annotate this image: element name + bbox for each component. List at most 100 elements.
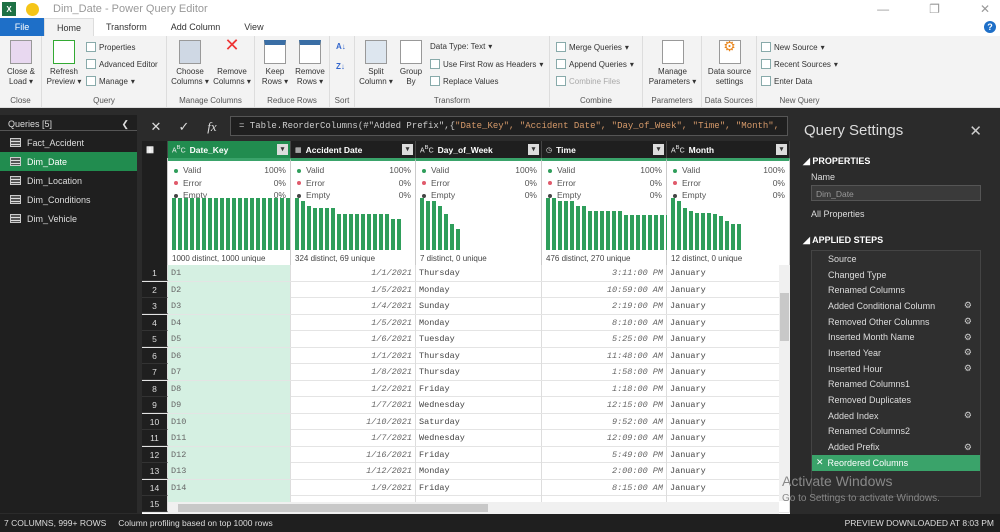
histogram-bar[interactable] — [349, 213, 353, 250]
table-cell[interactable]: 2:00:00 PM — [542, 463, 667, 479]
table-cell[interactable]: Friday — [416, 446, 542, 463]
table-cell[interactable]: 11:48:00 AM — [542, 347, 667, 364]
histogram-bar[interactable] — [719, 216, 723, 250]
table-cell[interactable]: Wednesday — [416, 397, 542, 413]
merge-queries-button[interactable]: Merge Queries ▾ — [556, 42, 629, 52]
row-number[interactable]: 2 — [142, 281, 168, 298]
remove-rows-button[interactable]: Remove Rows ▾ — [292, 40, 328, 87]
histogram-bar[interactable] — [337, 213, 341, 250]
applied-steps-heading[interactable]: ◢ APPLIED STEPS — [803, 235, 883, 246]
histogram-bar[interactable] — [373, 213, 377, 250]
cancel-formula-icon[interactable]: ✕ — [142, 119, 170, 135]
value-distribution-histogram[interactable] — [546, 198, 670, 250]
histogram-bar[interactable] — [725, 221, 729, 250]
histogram-bar[interactable] — [184, 198, 188, 250]
histogram-bar[interactable] — [367, 213, 371, 250]
table-cell[interactable]: 8:15:00 AM — [542, 479, 667, 496]
histogram-bar[interactable] — [683, 208, 687, 250]
minimize-button[interactable]: — — [877, 2, 889, 16]
tab-file[interactable]: File — [0, 18, 44, 36]
advanced-editor-button[interactable]: Advanced Editor — [86, 59, 158, 69]
applied-step[interactable]: Inserted Year ⚙ — [812, 345, 980, 361]
histogram-bar[interactable] — [331, 208, 335, 250]
histogram-bar[interactable] — [426, 200, 430, 250]
table-cell[interactable]: 12:09:00 AM — [542, 430, 667, 446]
query-item[interactable]: Fact_Accident — [0, 133, 137, 152]
table-cell[interactable]: D3 — [168, 298, 291, 314]
help-icon[interactable]: ? — [984, 21, 996, 33]
histogram-bar[interactable] — [391, 218, 395, 250]
table-cell[interactable]: D5 — [168, 331, 291, 347]
table-cell[interactable]: January — [667, 347, 790, 364]
table-cell[interactable]: Wednesday — [416, 430, 542, 446]
histogram-bar[interactable] — [379, 213, 383, 250]
recent-sources-button[interactable]: Recent Sources ▾ — [761, 59, 838, 69]
histogram-bar[interactable] — [713, 213, 717, 250]
value-distribution-histogram[interactable] — [671, 198, 741, 250]
table-cell[interactable]: 1:18:00 PM — [542, 380, 667, 397]
data-source-settings-button[interactable]: ⚙ Data source settings — [704, 39, 755, 87]
histogram-bar[interactable] — [286, 198, 290, 250]
table-cell[interactable]: January — [667, 265, 790, 281]
table-cell[interactable]: 1/4/2021 — [291, 298, 416, 314]
histogram-bar[interactable] — [295, 198, 299, 250]
histogram-bar[interactable] — [564, 200, 568, 250]
table-cell[interactable]: D13 — [168, 463, 291, 479]
table-cell[interactable]: Friday — [416, 479, 542, 496]
histogram-bar[interactable] — [250, 198, 254, 250]
histogram-bar[interactable] — [262, 198, 266, 250]
query-name-input[interactable]: Dim_Date — [811, 185, 981, 201]
profiling-scope[interactable]: Column profiling based on top 1000 rows — [118, 518, 273, 528]
histogram-bar[interactable] — [612, 211, 616, 250]
horizontal-scrollbar[interactable] — [168, 502, 779, 514]
group-by-button[interactable]: Group By — [395, 40, 427, 87]
value-distribution-histogram[interactable] — [420, 198, 460, 250]
histogram-bar[interactable] — [689, 211, 693, 250]
histogram-bar[interactable] — [438, 205, 442, 250]
histogram-bar[interactable] — [606, 211, 610, 250]
histogram-bar[interactable] — [256, 198, 260, 250]
gear-icon[interactable]: ⚙ — [964, 300, 972, 311]
table-cell[interactable]: January — [667, 281, 790, 298]
histogram-bar[interactable] — [280, 198, 284, 250]
histogram-bar[interactable] — [701, 212, 705, 250]
table-cell[interactable]: January — [667, 397, 790, 413]
row-number[interactable]: 11 — [142, 430, 168, 446]
table-cell[interactable]: D6 — [168, 347, 291, 364]
table-cell[interactable]: Tuesday — [416, 331, 542, 347]
table-menu-icon[interactable]: ▦ — [142, 141, 168, 158]
column-header[interactable]: ABC Month ▾ — [667, 141, 790, 158]
split-column-button[interactable]: Split Column ▾ — [358, 40, 394, 87]
append-queries-button[interactable]: Append Queries ▾ — [556, 59, 634, 69]
table-cell[interactable]: 3:11:00 PM — [542, 265, 667, 281]
histogram-bar[interactable] — [268, 198, 272, 250]
histogram-bar[interactable] — [624, 215, 628, 250]
table-cell[interactable]: Thursday — [416, 364, 542, 380]
column-header[interactable]: ▦ Accident Date ▾ — [291, 141, 416, 158]
filter-dropdown-icon[interactable]: ▾ — [776, 144, 787, 155]
row-number[interactable]: 6 — [142, 347, 168, 364]
row-number[interactable]: 1 — [142, 265, 168, 281]
histogram-bar[interactable] — [190, 198, 194, 250]
tab-add-column[interactable]: Add Column — [159, 18, 233, 36]
gear-icon[interactable]: ⚙ — [964, 316, 972, 327]
enter-data-button[interactable]: Enter Data — [761, 76, 812, 86]
table-cell[interactable]: January — [667, 314, 790, 331]
table-cell[interactable]: 1/5/2021 — [291, 281, 416, 298]
table-cell[interactable]: 9:52:00 AM — [542, 413, 667, 430]
column-header[interactable]: ABC Date_Key ▾ — [168, 141, 291, 158]
histogram-bar[interactable] — [570, 200, 574, 250]
histogram-bar[interactable] — [546, 198, 550, 250]
histogram-bar[interactable] — [343, 213, 347, 250]
table-cell[interactable]: January — [667, 479, 790, 496]
histogram-bar[interactable] — [232, 198, 236, 250]
type-abc-icon[interactable]: ABC — [420, 145, 434, 154]
table-cell[interactable]: D1 — [168, 265, 291, 281]
histogram-bar[interactable] — [301, 200, 305, 250]
collapse-pane-icon[interactable]: ❮ — [121, 119, 129, 129]
histogram-bar[interactable] — [220, 198, 224, 250]
table-cell[interactable]: January — [667, 463, 790, 479]
properties-heading[interactable]: ◢ PROPERTIES — [803, 156, 870, 167]
table-cell[interactable]: 1/2/2021 — [291, 380, 416, 397]
table-cell[interactable]: Saturday — [416, 413, 542, 430]
